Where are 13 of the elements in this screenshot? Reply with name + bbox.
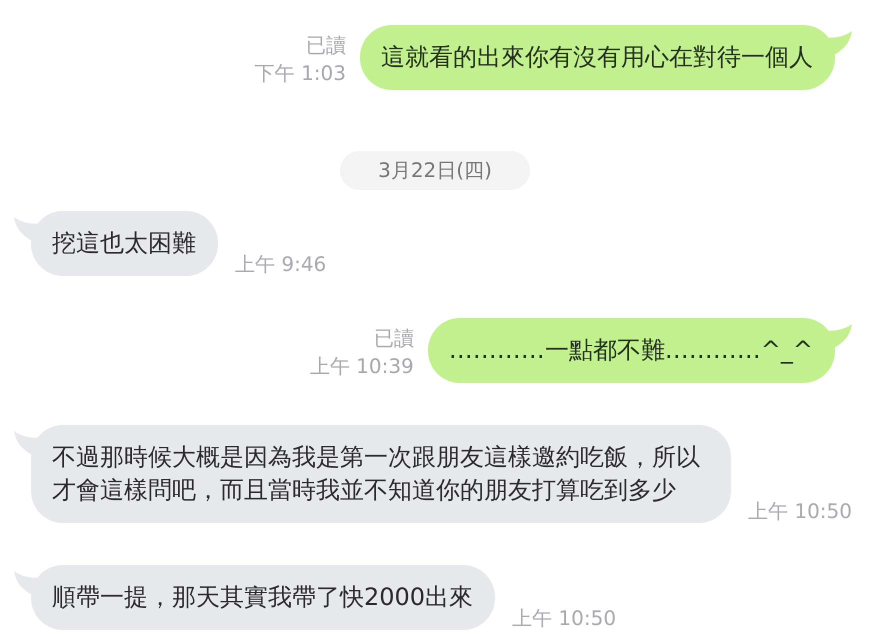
timestamp: 上午 10:50 xyxy=(512,606,616,630)
message-text: 順帶一提，那天其實我帶了快2000出來 xyxy=(52,582,474,613)
message-text: 這就看的出來你有沒有用心在對待一個人 xyxy=(381,42,813,73)
timestamp: 下午 1:03 xyxy=(254,60,346,87)
read-receipt: 已讀 xyxy=(374,325,414,352)
timestamp: 上午 10:50 xyxy=(748,499,852,523)
message-text: 不過那時候大概是因為我是第一次跟朋友這樣邀約吃飯，所以才會這樣問吧，而且當時我並不知道你的朋友打算吃到多少 xyxy=(52,442,701,506)
message-text: …………一點都不難…………^_^ xyxy=(448,335,813,366)
read-receipt: 已讀 xyxy=(306,32,346,59)
timestamp: 上午 9:46 xyxy=(235,252,326,276)
message-text: 挖這也太困難 xyxy=(52,228,196,259)
date-separator: 3月22日(四) xyxy=(340,151,530,190)
timestamp: 上午 10:39 xyxy=(310,353,414,380)
